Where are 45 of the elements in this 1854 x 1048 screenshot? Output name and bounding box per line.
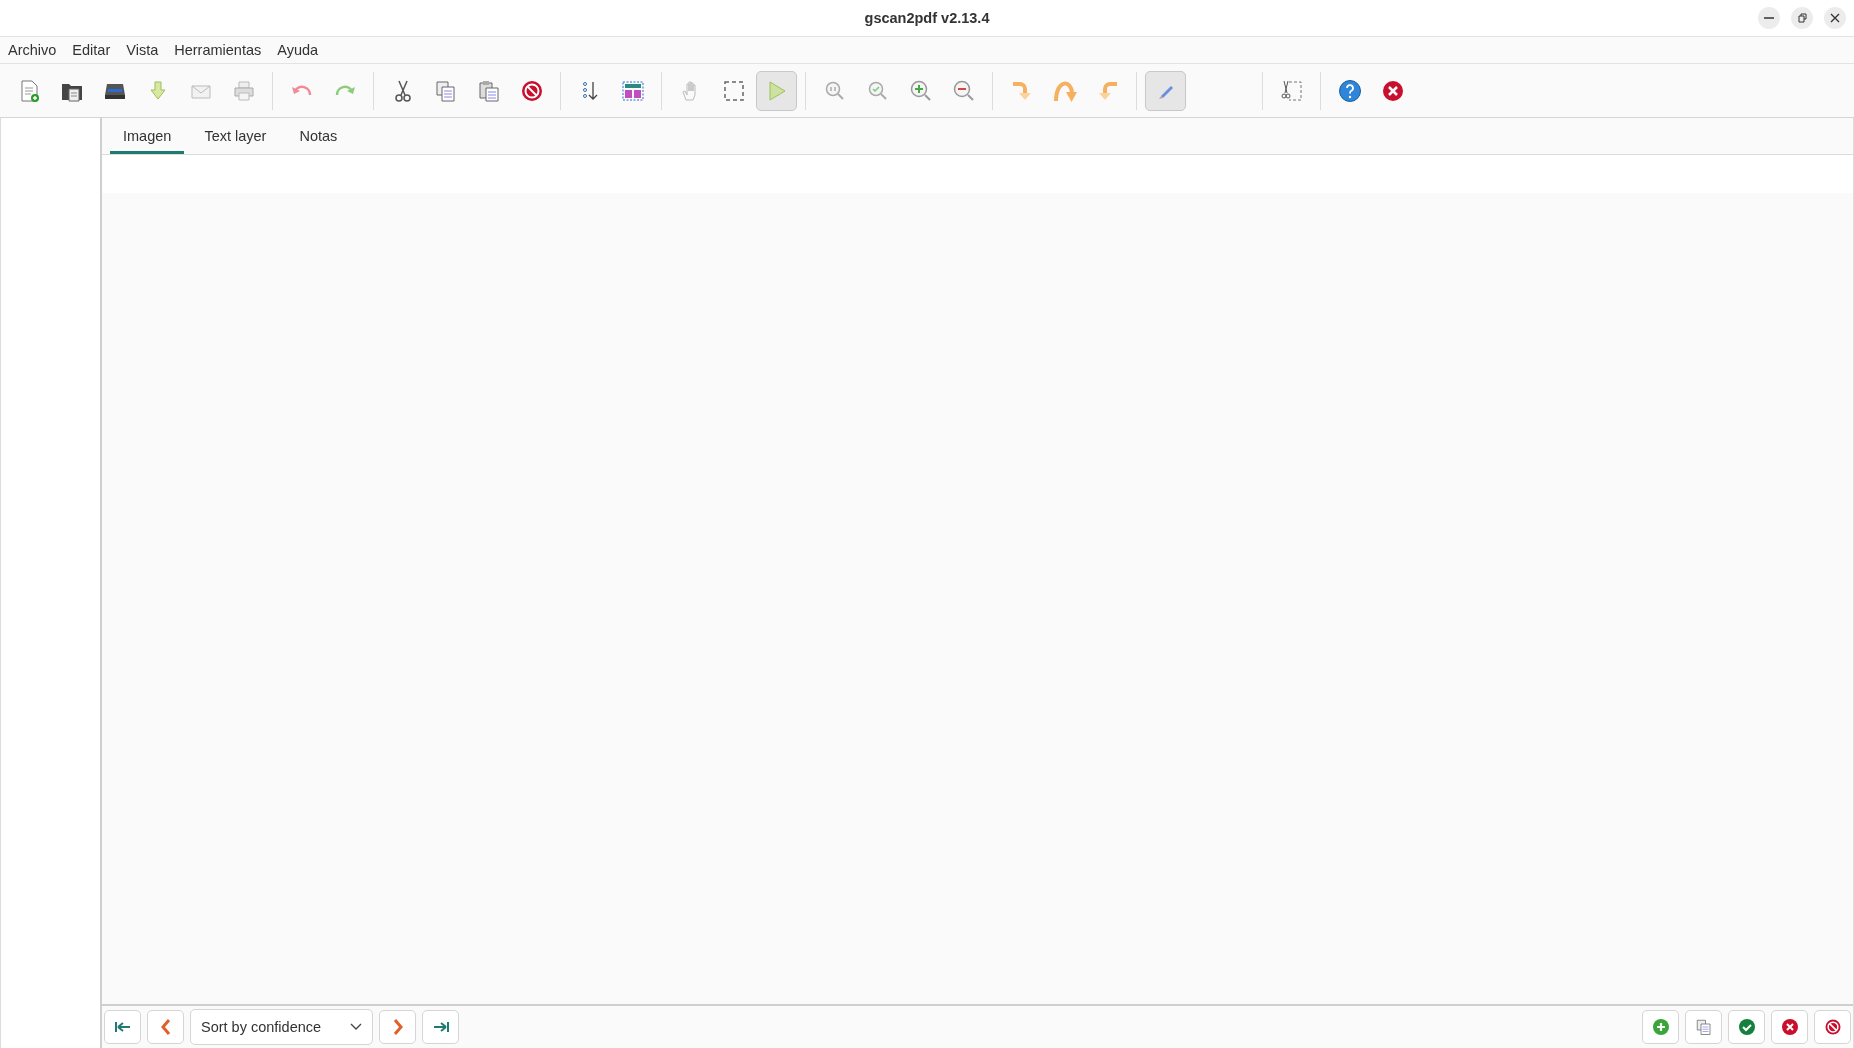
- cancel-button[interactable]: [1771, 1010, 1808, 1044]
- chevron-right-icon: [391, 1019, 404, 1035]
- minimize-icon: [1764, 17, 1774, 19]
- close-icon: [1830, 13, 1840, 23]
- zoom-in-icon: [908, 78, 933, 103]
- check-circle-icon: [1737, 1018, 1756, 1036]
- menu-item[interactable]: Ayuda: [269, 42, 327, 58]
- tab[interactable]: Text layer: [191, 118, 280, 154]
- apply-button[interactable]: [1728, 1010, 1765, 1044]
- chevron-left-icon: [159, 1019, 172, 1035]
- copy-icon: [1694, 1018, 1713, 1036]
- plus-circle-icon: [1651, 1018, 1670, 1036]
- quit-icon: [1380, 78, 1405, 103]
- no-entry-icon: [1823, 1018, 1842, 1036]
- last-page-button[interactable]: [422, 1010, 459, 1044]
- no-entry-icon: [519, 78, 544, 103]
- printer-icon: [231, 78, 256, 103]
- stop-button[interactable]: [1814, 1010, 1851, 1044]
- close-button[interactable]: [1824, 7, 1846, 29]
- zoom-out-icon: [951, 78, 976, 103]
- menu-item[interactable]: Editar: [64, 42, 119, 58]
- sort-dropdown[interactable]: Sort by confidence: [190, 1009, 373, 1045]
- last-page-icon: [431, 1020, 450, 1034]
- layout-grid-icon: [620, 78, 645, 103]
- menu-item[interactable]: Herramientas: [166, 42, 270, 58]
- menu-item[interactable]: Vista: [118, 42, 167, 58]
- previous-page-button[interactable]: [147, 1010, 184, 1044]
- add-button[interactable]: [1642, 1010, 1679, 1044]
- restore-button[interactable]: [1791, 7, 1813, 29]
- first-page-button[interactable]: [104, 1010, 141, 1044]
- chevron-down-icon: [350, 1023, 362, 1031]
- dashed-selection-icon: [721, 78, 746, 103]
- crop-icon: [1279, 78, 1304, 103]
- paste-icon: [476, 78, 501, 103]
- next-page-button[interactable]: [379, 1010, 416, 1044]
- copy-icon: [433, 78, 458, 103]
- minimize-button[interactable]: [1758, 7, 1780, 29]
- x-circle-icon: [1780, 1018, 1799, 1036]
- copy-button[interactable]: [1685, 1010, 1722, 1044]
- restore-icon: [1797, 13, 1807, 23]
- window-title: gscan2pdf v2.13.4: [864, 10, 990, 26]
- menu-item[interactable]: Archivo: [0, 42, 65, 58]
- tab[interactable]: Notas: [286, 118, 351, 154]
- first-page-icon: [113, 1020, 132, 1034]
- help-icon: [1337, 78, 1362, 103]
